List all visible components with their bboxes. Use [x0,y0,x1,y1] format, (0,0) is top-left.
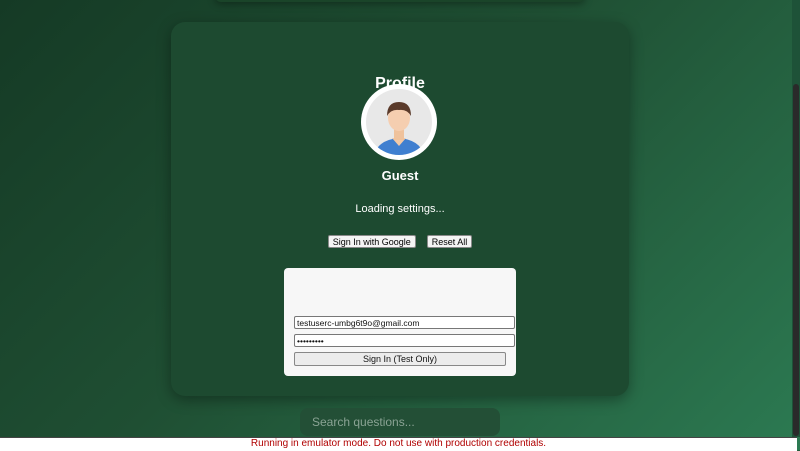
auth-actions: Sign In with Google Reset All [171,235,629,248]
emulator-warning-banner: Running in emulator mode. Do not use wit… [0,437,797,451]
test-login-panel: Sign In (Test Only) [284,268,516,376]
sign-in-google-button[interactable]: Sign In with Google [327,235,416,248]
profile-card: Profile Guest Loading settings... Sign I… [171,22,629,396]
scrollbar-track[interactable] [792,0,800,437]
reset-all-button[interactable]: Reset All [426,235,473,248]
search-input[interactable] [300,408,500,436]
top-card-edge [215,0,585,2]
scrollbar-thumb[interactable] [793,84,799,436]
password-field[interactable] [294,334,515,347]
email-field[interactable] [294,316,515,329]
user-avatar-icon [361,84,437,160]
test-sign-in-button[interactable]: Sign In (Test Only) [294,352,506,366]
username-label: Guest [381,168,419,183]
loading-status: Loading settings... [355,203,445,215]
